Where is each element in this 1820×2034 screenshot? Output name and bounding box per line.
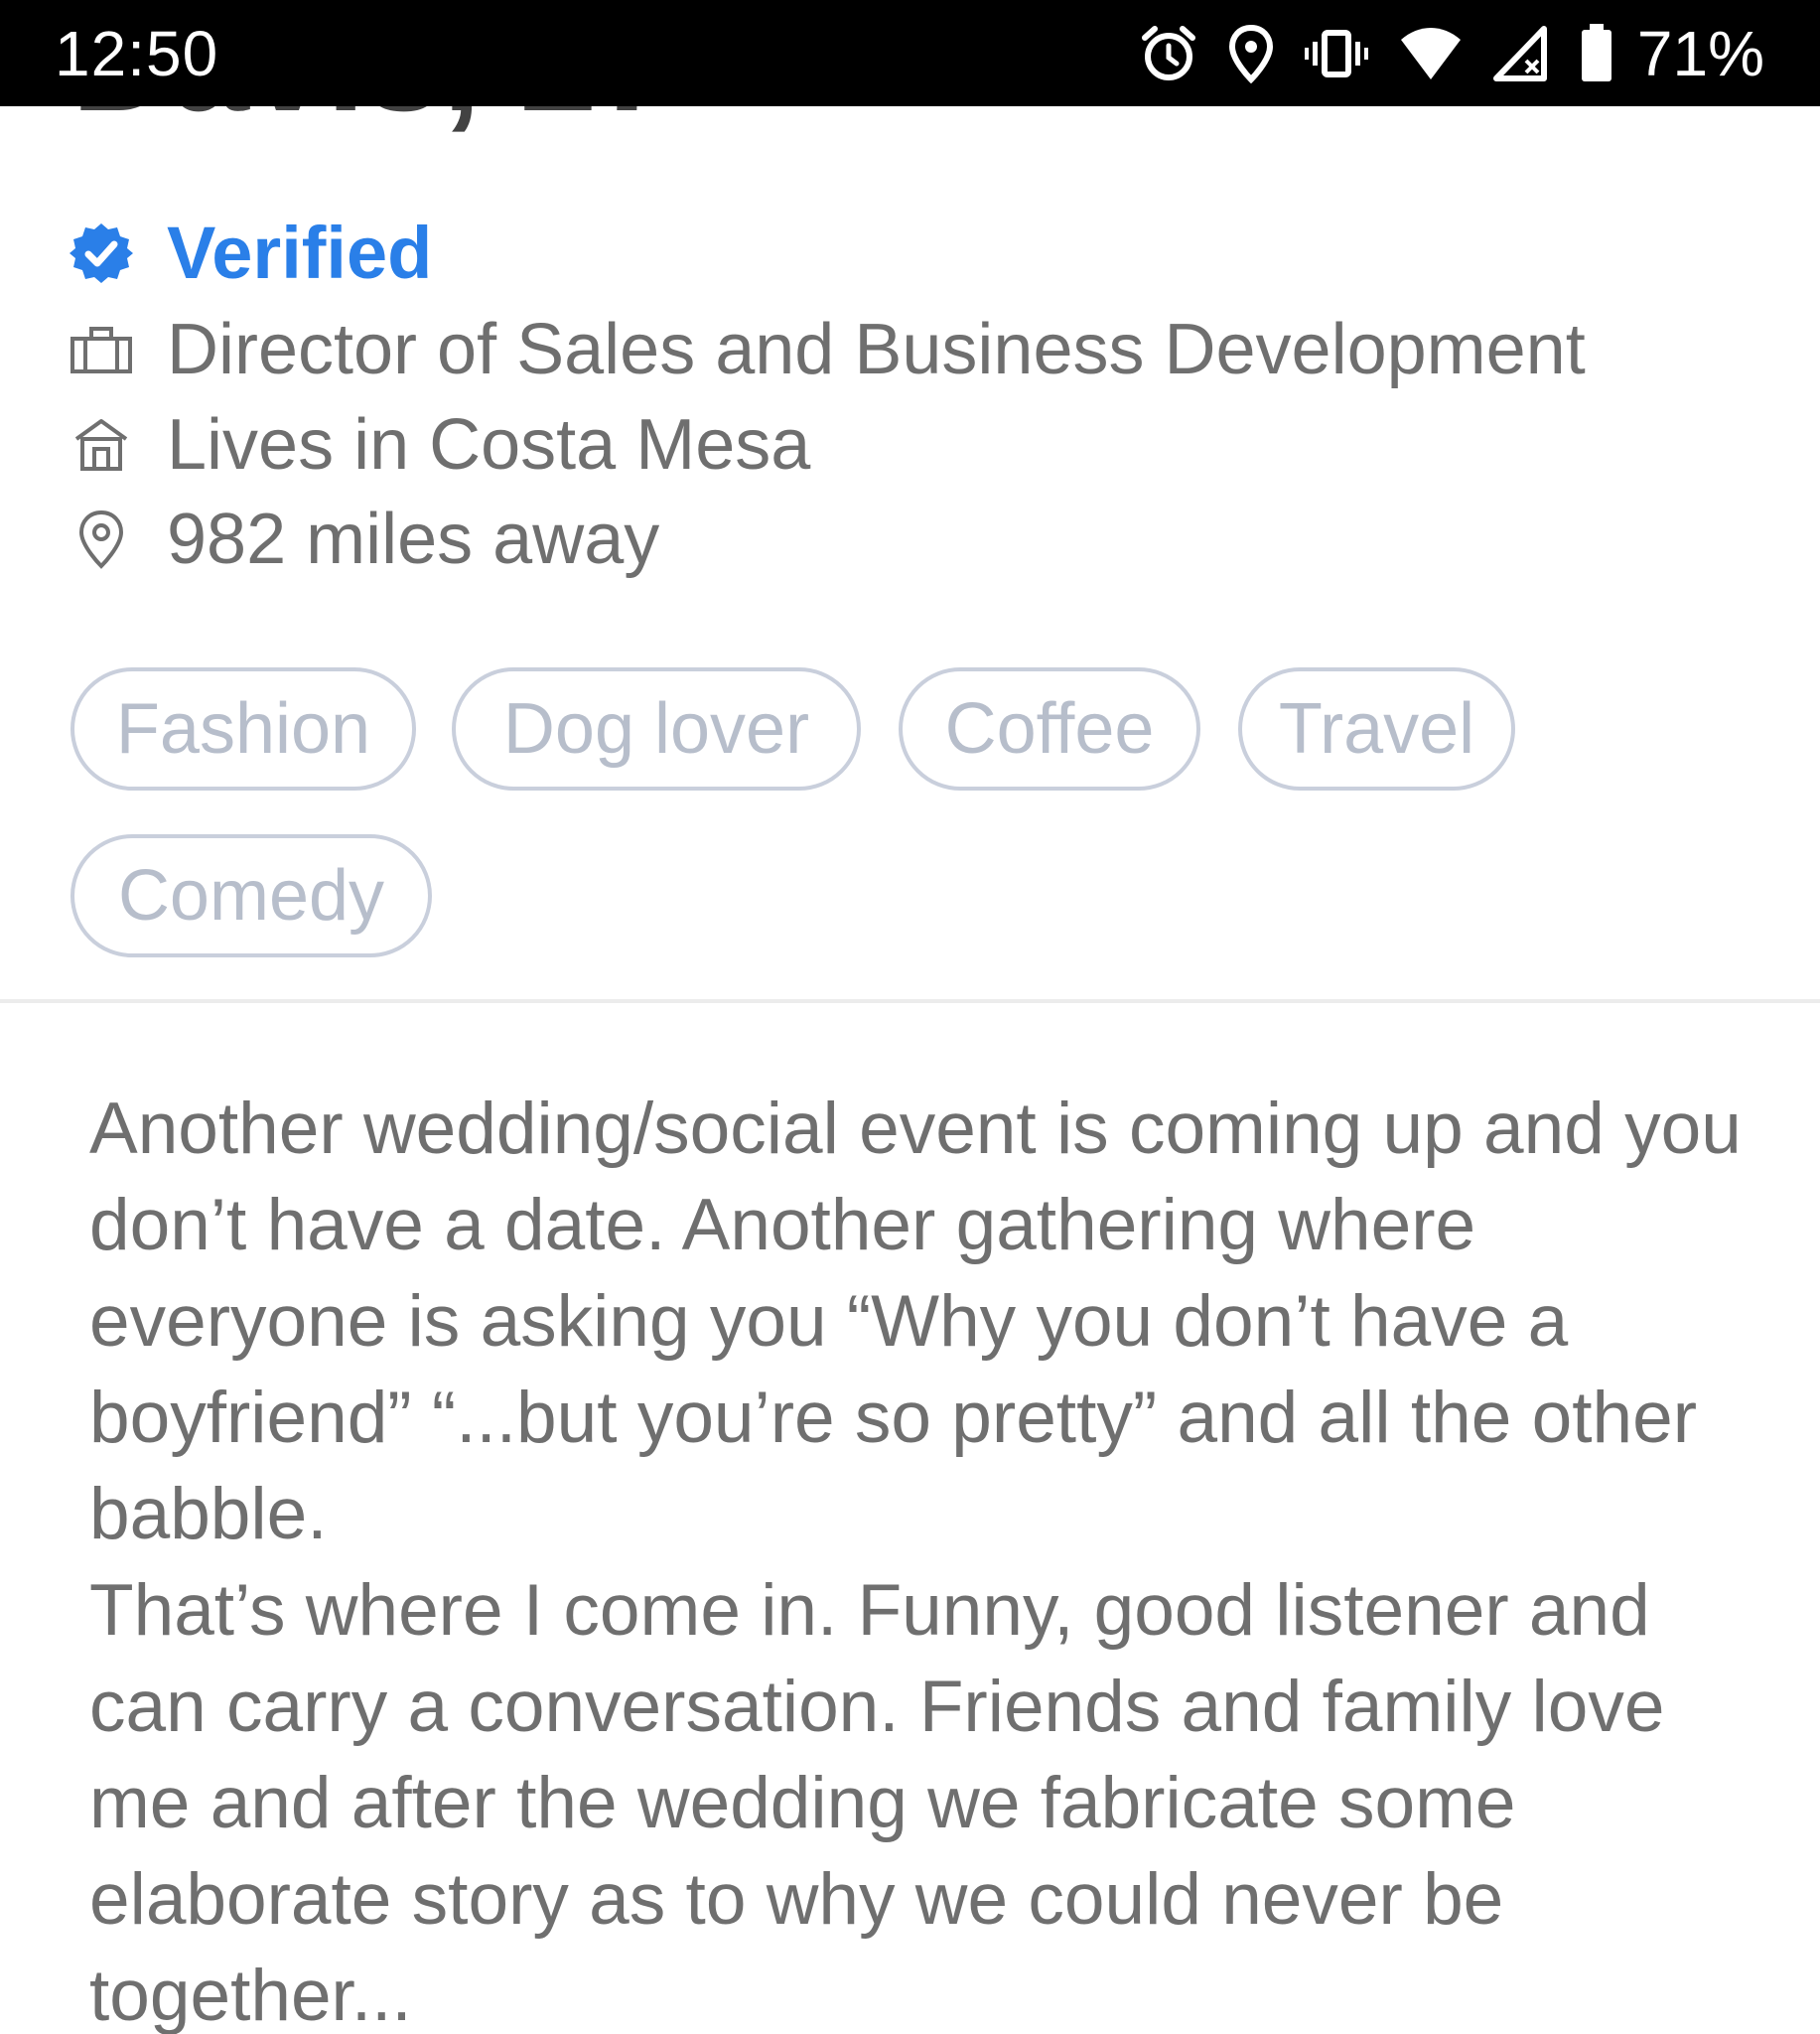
interest-chip-dog-lover[interactable]: Dog lover [452, 667, 861, 791]
bio-paragraph: That’s where I come in. Funny, good list… [89, 1570, 1665, 2034]
status-time: 12:50 [55, 18, 219, 89]
status-icons: 71% [1139, 14, 1764, 93]
signal-icon [1492, 25, 1550, 82]
battery-percent: 71% [1636, 18, 1764, 89]
location-pin-icon [70, 508, 133, 571]
status-bar: 12:50 71% [0, 0, 1820, 106]
section-divider [0, 999, 1820, 1003]
vibrate-icon [1304, 29, 1369, 78]
interest-chip-coffee[interactable]: Coffee [899, 667, 1200, 791]
distance-row: 982 miles away [70, 495, 659, 584]
interest-chip-fashion[interactable]: Fashion [70, 667, 416, 791]
briefcase-icon [70, 318, 133, 381]
distance-text: 982 miles away [167, 500, 660, 579]
profile-screen: 12:50 71% Verified Director of Sales and… [0, 0, 1820, 2034]
home-icon [70, 413, 133, 477]
alarm-icon [1139, 24, 1198, 83]
bio-section: Another wedding/social event is coming u… [89, 1081, 1777, 2034]
wifi-icon [1399, 26, 1463, 81]
lives-in-text: Lives in Costa Mesa [167, 405, 811, 485]
job-title: Director of Sales and Business Developme… [167, 310, 1586, 389]
bio-paragraph: Another wedding/social event is coming u… [89, 1089, 1742, 1554]
verified-label: Verified [167, 212, 433, 294]
job-row: Director of Sales and Business Developme… [70, 305, 1586, 394]
location-icon [1228, 24, 1274, 83]
verified-badge-icon [70, 221, 133, 285]
interest-chip-comedy[interactable]: Comedy [70, 834, 432, 957]
verified-row[interactable]: Verified [70, 209, 432, 298]
battery-icon [1580, 24, 1613, 83]
interest-chip-travel[interactable]: Travel [1238, 667, 1515, 791]
residence-row: Lives in Costa Mesa [70, 400, 810, 490]
